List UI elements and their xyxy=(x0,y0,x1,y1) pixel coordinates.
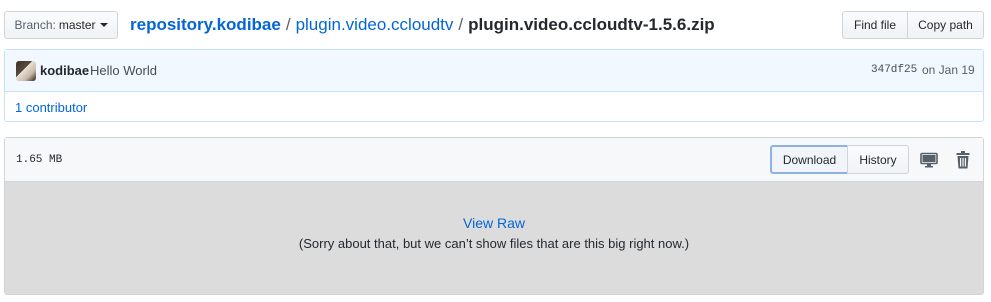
branch-select-button[interactable]: Branch: master xyxy=(4,11,118,39)
file-header: 1.65 MB Download History xyxy=(5,138,983,182)
branch-name: master xyxy=(58,18,96,32)
copy-path-button[interactable]: Copy path xyxy=(907,11,984,39)
commit-date: on Jan 19 xyxy=(922,63,975,77)
breadcrumb-separator: / xyxy=(285,15,291,34)
file-viewer: 1.65 MB Download History View Raw (Sorry xyxy=(4,137,984,295)
file-size: 1.65 MB xyxy=(16,154,63,166)
contributors-link[interactable]: 1 contributor xyxy=(15,100,87,115)
commit-sha-link[interactable]: 347df25 xyxy=(871,64,917,76)
breadcrumb-separator: / xyxy=(458,15,464,34)
latest-commit-row: kodibae Hello World 347df25 on Jan 19 xyxy=(5,50,983,92)
chevron-down-icon xyxy=(99,23,108,27)
download-button[interactable]: Download xyxy=(770,145,849,174)
view-raw-link[interactable]: View Raw xyxy=(5,215,983,231)
file-too-big-notice: (Sorry about that, but we can’t show fil… xyxy=(298,236,690,251)
commit-author-link[interactable]: kodibae xyxy=(40,63,89,78)
avatar[interactable] xyxy=(16,61,36,81)
monitor-icon[interactable] xyxy=(920,151,938,169)
branch-prefix: Branch: xyxy=(14,18,56,32)
file-body: View Raw (Sorry about that, but we can’t… xyxy=(5,182,983,294)
breadcrumb: repository.kodibae / plugin.video.ccloudtv… xyxy=(130,13,715,37)
breadcrumb-repo-link[interactable]: repository.kodibae xyxy=(130,15,281,34)
commit-tease: kodibae Hello World 347df25 on Jan 19 1 … xyxy=(4,49,984,122)
trash-icon[interactable] xyxy=(954,150,972,170)
find-file-button[interactable]: Find file xyxy=(842,11,908,39)
history-button[interactable]: History xyxy=(847,145,909,174)
breadcrumb-folder-link[interactable]: plugin.video.ccloudtv xyxy=(296,15,454,34)
commit-message-link[interactable]: Hello World xyxy=(90,63,157,78)
breadcrumb-current-file: plugin.video.ccloudtv-1.5.6.zip xyxy=(468,15,715,34)
